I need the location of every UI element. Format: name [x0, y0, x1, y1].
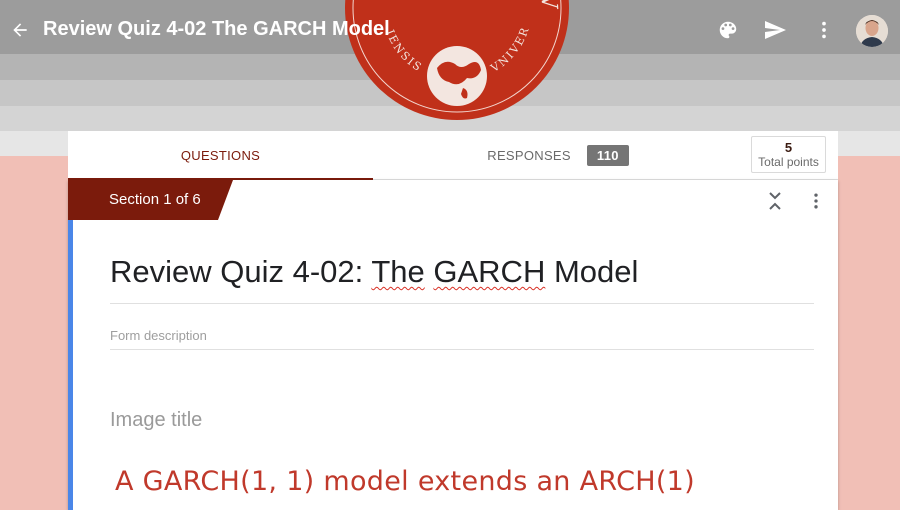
- responses-count-badge: 110: [586, 144, 629, 166]
- send-icon[interactable]: [762, 17, 788, 43]
- image-title-input[interactable]: Image title: [110, 409, 202, 432]
- section-tag: Section 1 of 6: [68, 180, 233, 220]
- form-title-underline: [110, 303, 814, 304]
- form-section-card: Section 1 of 6 Review Quiz 4-02: The GAR…: [68, 180, 838, 510]
- total-points-value: 5: [784, 140, 793, 155]
- tab-responses-label: RESPONSES: [487, 147, 571, 163]
- form-tabs-bar: QUESTIONS RESPONSES 110 5 Total points: [68, 131, 838, 180]
- total-points-box: 5 Total points: [751, 136, 826, 173]
- more-vert-icon[interactable]: [811, 17, 837, 43]
- section-more-vert-icon[interactable]: [805, 190, 827, 212]
- palette-icon[interactable]: [715, 17, 741, 43]
- form-title-text-4: GARCH: [433, 254, 546, 289]
- collapse-section-icon[interactable]: [764, 190, 786, 212]
- tab-questions-label: QUESTIONS: [180, 147, 261, 163]
- question-text: A GARCH(1, 1) model extends an ARCH(1): [115, 466, 695, 497]
- total-points-label: Total points: [758, 155, 819, 169]
- back-arrow-icon[interactable]: [6, 16, 34, 44]
- tab-responses[interactable]: RESPONSES 110: [468, 131, 648, 179]
- user-avatar[interactable]: [856, 15, 888, 47]
- form-title-text-5: Model: [545, 254, 639, 289]
- card-focus-accent: [68, 220, 73, 510]
- form-title-text-2: The: [371, 254, 425, 289]
- section-tag-label: Section 1 of 6: [109, 191, 201, 208]
- top-app-bar: Review Quiz 4-02 The GARCH Model: [0, 0, 900, 62]
- form-title-text-1: Review Quiz 4-02:: [110, 254, 372, 289]
- form-description-input[interactable]: Form description: [110, 328, 814, 350]
- form-title-input[interactable]: Review Quiz 4-02: The GARCH Model: [110, 254, 638, 290]
- tab-questions[interactable]: QUESTIONS: [68, 131, 373, 180]
- app-title: Review Quiz 4-02 The GARCH Model: [43, 18, 390, 40]
